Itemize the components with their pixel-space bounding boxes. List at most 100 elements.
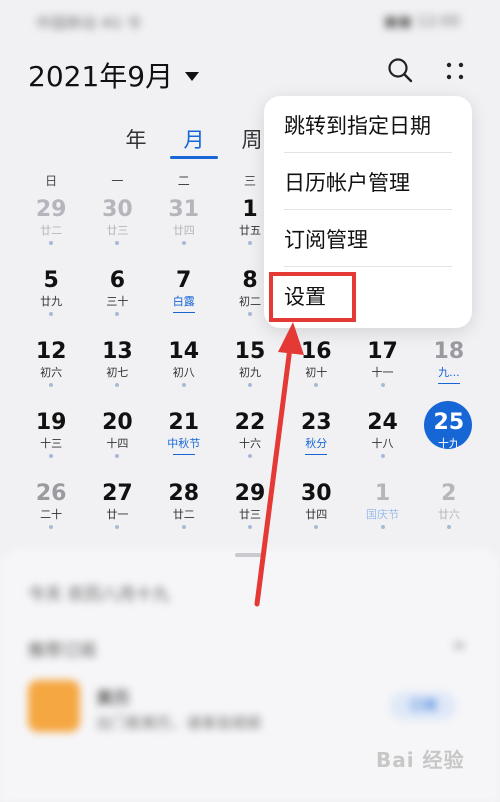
calendar-day[interactable]: 24 十八 [349,409,415,480]
lunar-date: 十六 [238,437,261,450]
view-tabs: 年 月 周 [122,124,266,159]
calendar-day[interactable]: 30 廿三 [84,196,150,267]
calendar-day[interactable]: 17 十一 [349,338,415,409]
calendar-week-row: 19 十三 20 十四 21 中秋节 22 十六 23 秋分 24 十八 25 十九 [18,401,482,480]
lunar-date: 廿三 [106,224,129,237]
page-title: 2021年9月 [28,60,174,93]
lunar-date: 十四 [106,437,129,450]
event-indicator [305,454,328,455]
calendar-day[interactable]: 6 三十 [84,267,150,338]
calendar-day[interactable]: 29 廿二 [18,196,84,267]
tab-year[interactable]: 年 [122,124,150,154]
lunar-date: 十三 [40,437,63,450]
day-number: 2 [441,481,457,506]
calendar-day[interactable]: 13 初七 [84,338,150,409]
event-indicator [49,454,54,458]
recommend-title: 推荐订阅 [28,641,96,661]
day-number: 27 [102,481,133,506]
event-indicator [49,525,54,529]
calendar-day[interactable]: 16 初十 [283,338,349,409]
status-right: ■■ 12:00 [383,12,460,30]
day-number: 21 [168,410,200,435]
event-indicator [446,525,451,529]
calendar-day[interactable]: 5 廿九 [18,267,84,338]
tab-week[interactable]: 周 [238,124,266,154]
weekday-label: 二 [177,174,190,188]
watermark: Bai 经验 [376,748,465,772]
lunar-date: 二十 [40,508,63,521]
day-number: 5 [43,268,59,293]
calendar-day[interactable]: 23 秋分 [283,409,349,480]
menu-item-goto-date[interactable]: 跳转到指定日期 [264,96,472,153]
event-indicator [247,454,252,458]
calendar-week-row: 26 二十 27 廿一 28 廿二 29 廿三 30 廿四 1 国庆节 2 廿六 [18,480,482,551]
event-indicator [172,312,195,313]
calendar-day[interactable]: 31 廿四 [151,196,217,267]
calendar-day[interactable]: 19 十三 [18,409,84,480]
calendar-day[interactable]: 15 初九 [217,338,283,409]
event-indicator [181,525,186,529]
lunar-date: 中秋节 [167,437,201,450]
day-number: 14 [168,339,200,364]
event-indicator [380,383,385,387]
subscribe-button[interactable]: 订阅 [390,692,456,720]
calendar-day[interactable]: 18 九... [416,338,482,409]
day-number: 24 [367,410,398,435]
day-number: 23 [300,410,332,435]
lunar-date: 廿一 [106,508,129,521]
search-icon[interactable] [386,56,414,84]
weekday-label: 日 [45,174,58,188]
tab-month[interactable]: 月 [170,124,218,159]
day-number: 7 [176,268,192,293]
lunar-date: 廿四 [305,508,328,521]
day-number: 31 [168,197,200,222]
drag-handle[interactable] [235,553,265,557]
calendar-day[interactable]: 12 初六 [18,338,84,409]
calendar-day[interactable]: 20 十四 [84,409,150,480]
lunar-date: 三十 [106,295,129,308]
more-options-icon[interactable] [444,60,466,82]
calendar-day[interactable]: 27 廿一 [84,480,150,551]
event-indicator [437,383,460,384]
event-indicator [115,241,120,245]
calendar-day[interactable]: 26 二十 [18,480,84,551]
event-indicator [49,383,54,387]
event-indicator [181,241,186,245]
event-indicator [247,241,252,245]
event-indicator [314,525,319,529]
calendar-day[interactable]: 21 中秋节 [151,409,217,480]
lunar-date: 廿二 [172,508,195,521]
calendar-day[interactable]: 14 初八 [151,338,217,409]
day-number: 1 [374,481,391,506]
calendar-day[interactable]: 2 廿六 [416,480,482,551]
calendar-day[interactable]: 7 白露 [151,267,217,338]
month-selector[interactable]: 2021年9月 [28,55,200,95]
calendar-day[interactable]: 1 国庆节 [349,480,415,551]
lunar-date: 十八 [371,437,394,450]
event-indicator [49,312,54,316]
day-number: 19 [35,410,67,435]
calendar-day[interactable]: 28 廿二 [151,480,217,551]
calendar-day[interactable]: 22 十六 [217,409,283,480]
settings-highlight-box [269,272,356,322]
menu-item-account-management[interactable]: 日历帐户管理 [264,153,472,210]
dropdown-caret-icon [185,71,200,81]
lunar-date: 初九 [238,366,261,379]
menu-item-subscription-management[interactable]: 订阅管理 [264,210,472,267]
event-indicator [115,454,120,458]
day-number: 29 [234,481,266,506]
lunar-date: 初八 [172,366,195,379]
calendar-day[interactable]: 29 廿三 [217,480,283,551]
event-indicator [380,525,385,529]
weekday-label: 一 [111,174,124,188]
calendar-day-today[interactable]: 25 十九 [416,401,482,480]
day-number: 28 [168,481,200,506]
today-lunar-text: 今天 农历八月十九 [28,585,170,605]
lunar-date: 廿六 [437,508,460,521]
calendar-day[interactable]: 30 廿四 [283,480,349,551]
recommend-chevron-icon[interactable]: > [452,636,466,656]
lunar-date: 九... [438,366,460,379]
day-number: 30 [102,197,133,222]
day-number: 30 [300,481,332,506]
lunar-date: 廿四 [172,224,195,237]
